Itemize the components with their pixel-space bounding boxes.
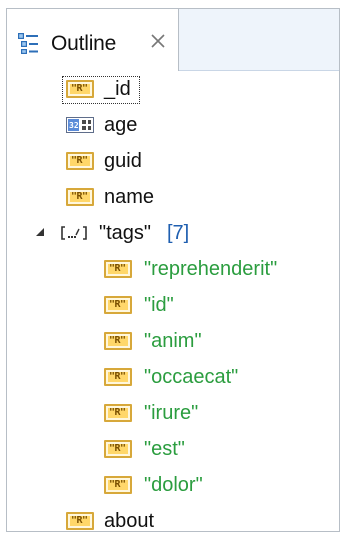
- tag-value: "irure": [144, 402, 199, 424]
- tree-item-name[interactable]: "R" name: [7, 179, 327, 215]
- number-field-icon: 32: [66, 117, 94, 133]
- tab-title: Outline: [51, 32, 117, 55]
- tag-value: "reprehenderit": [144, 258, 278, 280]
- tag-item[interactable]: "R" "irure": [7, 395, 327, 431]
- tree-item-id[interactable]: "R" _id: [7, 71, 327, 107]
- tab-outline[interactable]: Outline: [7, 9, 179, 71]
- outline-icon: [18, 33, 38, 54]
- tag-value: "anim": [144, 330, 202, 352]
- tag-item[interactable]: "R" "est": [7, 431, 327, 467]
- string-field-icon: "R": [66, 512, 94, 530]
- string-field-icon: "R": [66, 152, 94, 170]
- string-field-icon: "R": [104, 440, 132, 458]
- expanded-triangle-icon[interactable]: [31, 224, 49, 242]
- tree-item-age[interactable]: 32 age: [7, 107, 327, 143]
- string-field-icon: "R": [104, 404, 132, 422]
- tag-value: "dolor": [144, 474, 203, 496]
- string-field-icon: "R": [104, 296, 132, 314]
- tree-item-guid[interactable]: "R" guid: [7, 143, 327, 179]
- string-field-icon: "R": [66, 80, 94, 98]
- tag-item[interactable]: "R" "anim": [7, 323, 327, 359]
- tree-item-about[interactable]: "R" about: [7, 503, 327, 539]
- tag-item[interactable]: "R" "dolor": [7, 467, 327, 503]
- tag-item[interactable]: "R" "occaecat": [7, 359, 327, 395]
- tag-value: "id": [144, 294, 174, 316]
- tag-item[interactable]: "R" "reprehenderit": [7, 251, 327, 287]
- string-field-icon: "R": [104, 476, 132, 494]
- field-label: guid: [104, 150, 142, 172]
- string-field-icon: "R": [104, 332, 132, 350]
- tab-bar: Outline: [7, 9, 339, 71]
- tag-item[interactable]: "R" "id": [7, 287, 327, 323]
- array-field-icon: [61, 226, 87, 240]
- field-label: _id: [104, 78, 131, 100]
- svg-text:32: 32: [69, 121, 79, 130]
- outline-tree: "R" _id 32 age "R" guid "R" name "tags" …: [7, 71, 339, 532]
- array-count: [7]: [167, 222, 190, 244]
- field-label: about: [104, 510, 155, 532]
- outline-view: Outline "R" _id 32 age "R" guid "R" name…: [6, 8, 340, 532]
- string-field-icon: "R": [104, 260, 132, 278]
- field-label: age: [104, 114, 138, 136]
- tree-item-tags[interactable]: "tags" [7]: [7, 215, 327, 251]
- string-field-icon: "R": [104, 368, 132, 386]
- close-icon[interactable]: [149, 32, 167, 50]
- array-label: "tags": [99, 222, 152, 244]
- field-label: name: [104, 186, 155, 208]
- tag-value: "est": [144, 438, 185, 460]
- tag-value: "occaecat": [144, 366, 239, 388]
- string-field-icon: "R": [66, 188, 94, 206]
